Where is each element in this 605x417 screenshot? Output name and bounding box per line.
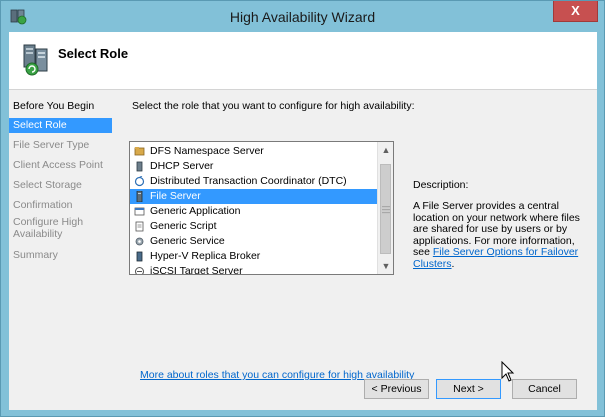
role-item-label: iSCSI Target Server [150, 265, 243, 275]
role-item-iscsi-target-server[interactable]: iSCSI Target Server [130, 264, 378, 275]
role-item-hyperv-replica-broker[interactable]: Hyper-V Replica Broker [130, 249, 378, 264]
nav-step-client-access-point: Client Access Point [13, 159, 103, 171]
window-title: High Availability Wizard [229, 9, 376, 25]
role-item-file-server[interactable]: File Server [130, 189, 378, 204]
wizard-client-area: Select Role Before You Begin Select Role… [9, 32, 597, 410]
close-button[interactable]: X [553, 1, 598, 22]
generic-service-icon [135, 237, 144, 246]
role-item-label: DHCP Server [150, 160, 214, 172]
wizard-window: High Availability Wizard X Select Role B… [0, 0, 605, 417]
role-listbox[interactable]: DFS Namespace Server DHCP Server Distrib… [129, 141, 394, 275]
description-label: Description: [413, 179, 469, 191]
generic-application-icon [134, 207, 145, 216]
hyperv-icon [136, 251, 143, 262]
cancel-button[interactable]: Cancel [512, 379, 577, 399]
role-item-dfs-namespace-server[interactable]: DFS Namespace Server [130, 144, 378, 159]
role-prompt: Select the role that you want to configu… [132, 100, 415, 112]
title-bar[interactable]: High Availability Wizard X [1, 1, 604, 32]
role-item-label: Generic Application [150, 205, 241, 217]
nav-step-select-storage: Select Storage [13, 179, 82, 191]
wizard-header: Select Role [9, 32, 597, 90]
nav-step-configure-high-availability: Configure High Availability [13, 216, 84, 240]
page-title: Select Role [58, 46, 129, 61]
description-text: A File Server provides a central locatio… [413, 200, 593, 270]
nav-step-confirmation: Confirmation [13, 199, 73, 211]
generic-script-icon [135, 221, 144, 232]
role-item-label: Hyper-V Replica Broker [150, 250, 261, 262]
nav-step-file-server-type: File Server Type [13, 139, 90, 151]
dtc-icon [134, 176, 145, 187]
nav-step-select-role[interactable]: Select Role [9, 118, 112, 133]
description-end: . [451, 257, 455, 270]
scroll-down-icon[interactable]: ▼ [378, 258, 393, 274]
role-item-label: Generic Script [150, 220, 217, 232]
role-item-generic-service[interactable]: Generic Service [130, 234, 378, 249]
nav-step-before-you-begin[interactable]: Before You Begin [9, 99, 112, 114]
scroll-grip-icon: — — — [382, 202, 390, 217]
next-button[interactable]: Next > [436, 379, 501, 399]
role-item-generic-script[interactable]: Generic Script [130, 219, 378, 234]
dfs-icon [134, 147, 145, 156]
file-server-options-link[interactable]: File Server Options for Failover Cluster… [413, 246, 578, 270]
role-item-dhcp-server[interactable]: DHCP Server [130, 159, 378, 174]
role-item-dtc[interactable]: Distributed Transaction Coordinator (DTC… [130, 174, 378, 189]
dhcp-icon [136, 161, 143, 172]
scrollbar-thumb[interactable]: — — — [380, 164, 391, 254]
role-item-label: File Server [150, 190, 201, 202]
wizard-content: Select the role that you want to configu… [125, 90, 597, 410]
role-item-label: Generic Service [150, 235, 225, 247]
file-server-icon [136, 191, 143, 202]
scroll-up-icon[interactable]: ▲ [378, 142, 393, 158]
previous-button[interactable]: < Previous [364, 379, 429, 399]
role-item-label: Distributed Transaction Coordinator (DTC… [150, 175, 347, 187]
role-item-generic-application[interactable]: Generic Application [130, 204, 378, 219]
role-list-scrollbar[interactable]: ▲ — — — ▼ [377, 142, 393, 274]
role-item-label: DFS Namespace Server [150, 145, 264, 157]
nav-step-summary: Summary [13, 249, 58, 261]
iscsi-icon [135, 267, 144, 274]
cluster-role-icon [23, 44, 48, 76]
